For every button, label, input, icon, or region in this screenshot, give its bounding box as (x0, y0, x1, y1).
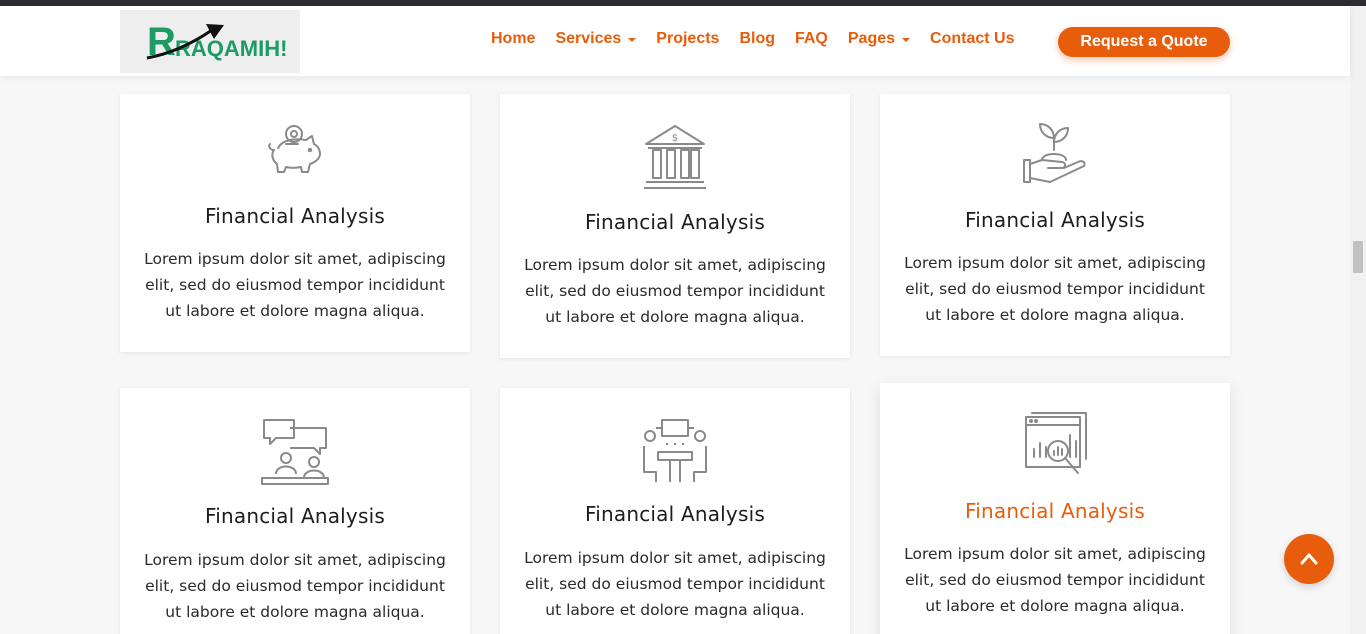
scrollbar[interactable] (1350, 6, 1366, 634)
meeting-table-icon (643, 419, 707, 482)
chevron-down-icon (628, 38, 637, 42)
card-title: Financial Analysis (585, 210, 765, 234)
nav-pages[interactable]: Pages (848, 30, 911, 48)
card-description: Lorem ipsum dolor sit amet, adipiscing e… (904, 254, 1206, 324)
nav-services[interactable]: Services (555, 30, 637, 48)
card-title: Financial Analysis (585, 502, 765, 526)
card-title: Financial Analysis (965, 499, 1145, 523)
service-card[interactable]: $ Financial Analysis Lorem ipsum dolor s… (500, 94, 850, 358)
card-title: Financial Analysis (965, 208, 1145, 232)
plant-hand-icon (1023, 123, 1086, 183)
chevron-up-icon (1300, 553, 1318, 565)
site-logo[interactable]: R RAQAMIH! (120, 10, 300, 73)
analytics-search-icon (1025, 412, 1087, 474)
back-to-top-button[interactable] (1284, 534, 1334, 584)
card-description: Lorem ipsum dolor sit amet, adipiscing e… (904, 545, 1206, 615)
logo-text: RAQAMIH! (175, 36, 287, 61)
service-card[interactable]: Financial Analysis Lorem ipsum dolor sit… (120, 94, 470, 352)
main-nav: Home Services Projects Blog FAQ Pages Co… (491, 30, 1034, 48)
service-card[interactable]: Financial Analysis Lorem ipsum dolor sit… (880, 94, 1230, 356)
chevron-down-icon (902, 38, 911, 42)
card-description: Lorem ipsum dolor sit amet, adipiscing e… (144, 551, 446, 621)
nav-home[interactable]: Home (491, 30, 535, 48)
logo-mark-icon: R RAQAMIH! (146, 20, 287, 64)
nav-blog[interactable]: Blog (739, 30, 775, 48)
nav-contact-us[interactable]: Contact Us (930, 30, 1014, 48)
consultation-icon (261, 419, 329, 485)
service-card-active[interactable]: Financial Analysis Lorem ipsum dolor sit… (880, 383, 1230, 634)
site-header: R RAQAMIH! Home Services Projects Blog F… (0, 6, 1350, 76)
svg-text:$: $ (672, 133, 678, 144)
bank-icon: $ (644, 125, 706, 189)
piggy-bank-icon (268, 125, 321, 173)
card-title: Financial Analysis (205, 204, 385, 228)
card-title: Financial Analysis (205, 504, 385, 528)
card-description: Lorem ipsum dolor sit amet, adipiscing e… (144, 250, 446, 320)
nav-faq[interactable]: FAQ (795, 30, 828, 48)
request-quote-button[interactable]: Request a Quote (1058, 27, 1230, 57)
service-card[interactable]: Financial Analysis Lorem ipsum dolor sit… (500, 388, 850, 634)
scrollbar-thumb[interactable] (1353, 241, 1363, 273)
nav-projects[interactable]: Projects (656, 30, 719, 48)
card-description: Lorem ipsum dolor sit amet, adipiscing e… (524, 549, 826, 619)
card-description: Lorem ipsum dolor sit amet, adipiscing e… (524, 256, 826, 326)
service-card[interactable]: Financial Analysis Lorem ipsum dolor sit… (120, 388, 470, 634)
